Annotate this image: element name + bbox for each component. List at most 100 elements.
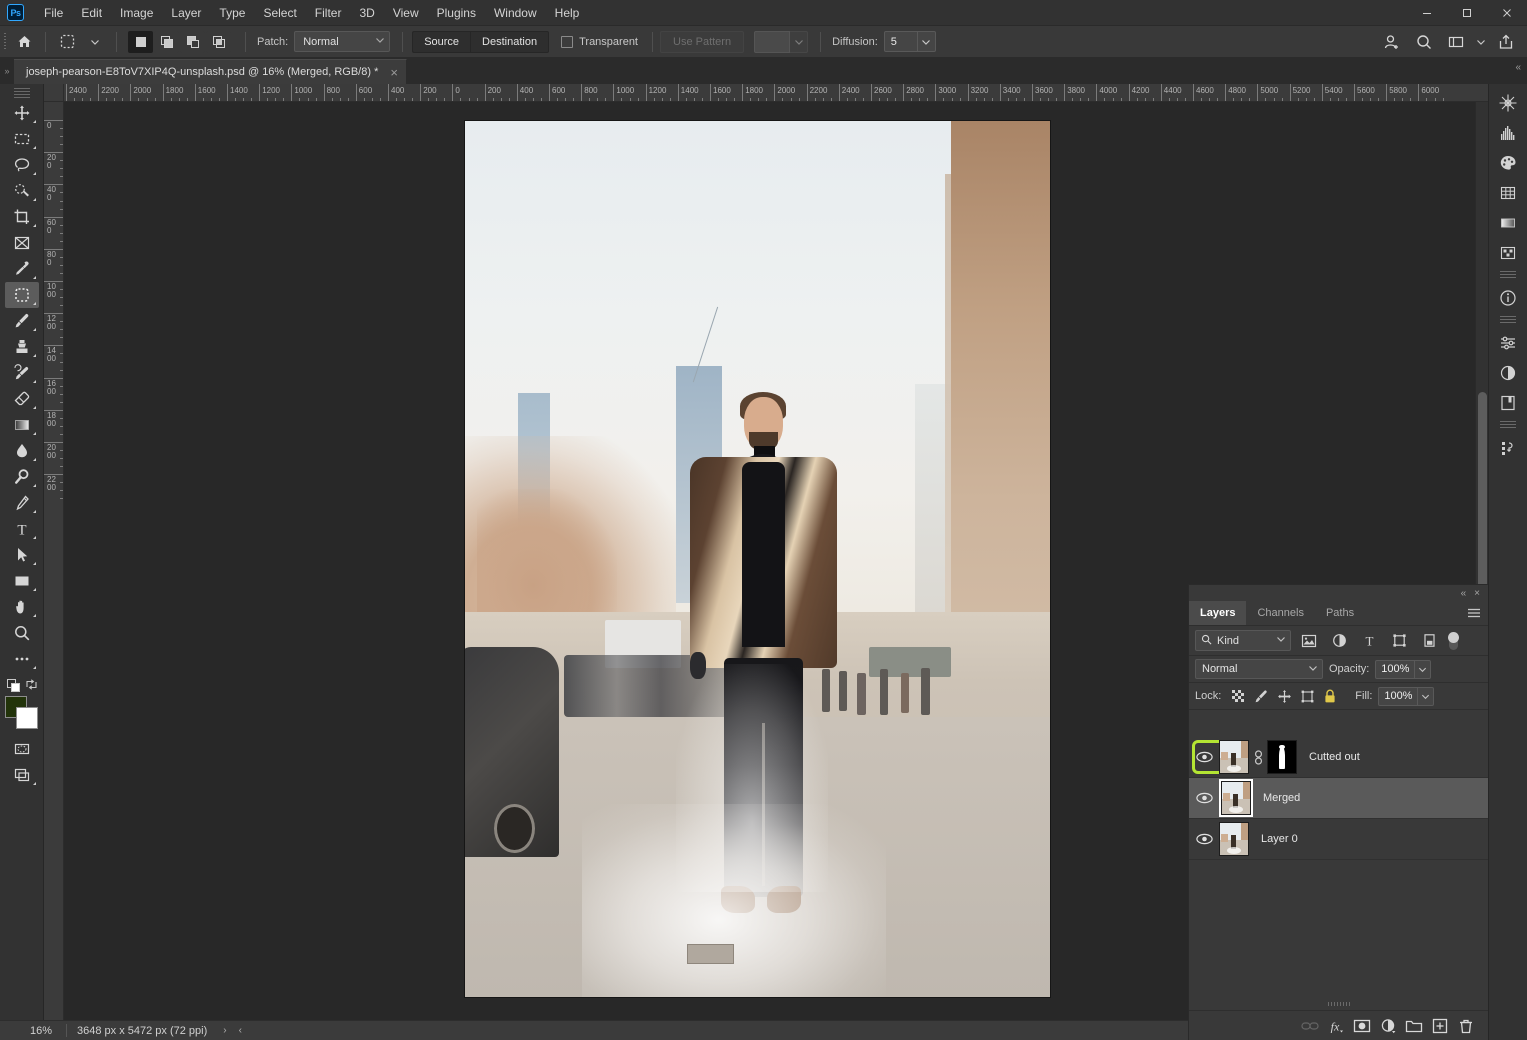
- menu-edit[interactable]: Edit: [72, 2, 111, 24]
- new-selection-button[interactable]: [128, 30, 153, 53]
- opacity-stepper[interactable]: 100%: [1375, 659, 1432, 679]
- layer-thumbnail[interactable]: [1219, 822, 1249, 856]
- filter-shape-icon[interactable]: [1387, 630, 1411, 652]
- layer-name[interactable]: Layer 0: [1261, 833, 1298, 845]
- minimize-button[interactable]: [1407, 0, 1447, 26]
- lock-transparent-pixels-icon[interactable]: [1228, 686, 1248, 706]
- table-row[interactable]: Layer 0: [1189, 819, 1488, 860]
- history-brush-tool[interactable]: [5, 360, 39, 386]
- lasso-tool[interactable]: [5, 152, 39, 178]
- menu-layer[interactable]: Layer: [162, 2, 210, 24]
- close-button[interactable]: [1487, 0, 1527, 26]
- maximize-button[interactable]: [1447, 0, 1487, 26]
- rectangle-tool[interactable]: [5, 568, 39, 594]
- hand-tool[interactable]: [5, 594, 39, 620]
- layer-thumbnail[interactable]: [1221, 781, 1251, 815]
- pattern-chevron-icon[interactable]: [790, 30, 809, 53]
- clone-stamp-tool[interactable]: [5, 334, 39, 360]
- status-back-icon[interactable]: ‹: [233, 1025, 248, 1036]
- transparent-checkbox-group[interactable]: Transparent: [561, 35, 638, 48]
- diffusion-stepper[interactable]: 5: [883, 31, 936, 52]
- blend-mode-select[interactable]: Normal: [1195, 659, 1323, 679]
- fill-chevron-icon[interactable]: [1418, 686, 1435, 706]
- filter-pixel-icon[interactable]: [1297, 630, 1321, 652]
- patch-destination-button[interactable]: Destination: [470, 30, 550, 53]
- pattern-picker[interactable]: [754, 30, 809, 53]
- menu-image[interactable]: Image: [111, 2, 162, 24]
- lock-artboard-nesting-icon[interactable]: [1297, 686, 1317, 706]
- diffusion-input[interactable]: 5: [883, 31, 918, 52]
- ruler-corner[interactable]: [44, 84, 64, 102]
- close-icon[interactable]: ×: [390, 66, 398, 79]
- tool-preset-chevron-icon[interactable]: [81, 30, 109, 54]
- layer-visibility-toggle[interactable]: [1189, 778, 1219, 819]
- zoom-tool[interactable]: [5, 620, 39, 646]
- tab-bar-collapse-icon[interactable]: «: [1515, 62, 1521, 73]
- tab-channels[interactable]: Channels: [1246, 601, 1315, 625]
- filter-adjustment-icon[interactable]: [1327, 630, 1351, 652]
- lock-all-icon[interactable]: [1320, 686, 1340, 706]
- menu-help[interactable]: Help: [546, 2, 589, 24]
- swatches-grid-icon[interactable]: [1492, 178, 1524, 208]
- gradient-tool[interactable]: [5, 412, 39, 438]
- blur-tool[interactable]: [5, 438, 39, 464]
- home-icon[interactable]: [10, 30, 38, 54]
- quick-mask-mode[interactable]: [5, 736, 39, 762]
- new-group-button[interactable]: [1402, 1014, 1426, 1038]
- patch-tool-icon[interactable]: [53, 30, 81, 54]
- crop-tool[interactable]: [5, 204, 39, 230]
- dock-group-grip[interactable]: [1500, 316, 1516, 325]
- tab-bar-grip[interactable]: »: [0, 58, 14, 84]
- background-color-swatch[interactable]: [15, 707, 38, 729]
- screen-mode[interactable]: [5, 762, 39, 788]
- eyedropper-tool[interactable]: [5, 256, 39, 282]
- patterns-icon[interactable]: [1492, 238, 1524, 268]
- close-panel-icon[interactable]: ×: [1474, 588, 1480, 599]
- patch-mode-select[interactable]: Normal: [294, 31, 391, 52]
- panel-resize-grip[interactable]: [1328, 1002, 1350, 1006]
- menu-select[interactable]: Select: [254, 2, 305, 24]
- adjustments-icon[interactable]: [1492, 328, 1524, 358]
- history-icon[interactable]: [1492, 433, 1524, 463]
- table-row[interactable]: Cutted out: [1189, 737, 1488, 778]
- rectangular-marquee-tool[interactable]: [5, 126, 39, 152]
- patch-tool[interactable]: [4, 282, 39, 308]
- tab-paths[interactable]: Paths: [1314, 601, 1366, 625]
- fill-stepper[interactable]: 100%: [1378, 686, 1435, 706]
- move-tool[interactable]: [5, 100, 39, 126]
- filter-enable-toggle[interactable]: [1447, 630, 1459, 652]
- histogram-icon[interactable]: [1492, 118, 1524, 148]
- chevron-down-icon[interactable]: [1473, 29, 1489, 55]
- libraries-icon[interactable]: [1492, 388, 1524, 418]
- layer-name[interactable]: Cutted out: [1309, 751, 1360, 763]
- menu-filter[interactable]: Filter: [306, 2, 351, 24]
- collapse-panel-icon[interactable]: «: [1461, 588, 1467, 599]
- horizontal-ruler[interactable]: 2400 2200 2000 1800 1600 1400 1200 1000 800 600 40…: [64, 84, 1488, 102]
- layer-name[interactable]: Merged: [1263, 792, 1300, 804]
- workspace-icon[interactable]: [1441, 29, 1471, 55]
- layers-list[interactable]: Cutted out Merged Layer 0: [1189, 737, 1488, 1010]
- search-icon[interactable]: [1409, 29, 1439, 55]
- document-canvas[interactable]: [465, 121, 1050, 997]
- panel-menu-icon[interactable]: [1466, 606, 1482, 623]
- filter-type-icon[interactable]: T: [1357, 630, 1381, 652]
- toolbar-grip[interactable]: [13, 88, 30, 98]
- eraser-tool[interactable]: [5, 386, 39, 412]
- filter-kind-select[interactable]: Kind: [1195, 630, 1291, 651]
- transparent-checkbox[interactable]: [561, 35, 574, 48]
- menu-3d[interactable]: 3D: [350, 2, 383, 24]
- new-layer-button[interactable]: [1428, 1014, 1452, 1038]
- vertical-ruler[interactable]: 0 200 400 600 800 1000 1200 1400 1600 1800 2000 220…: [44, 102, 64, 1020]
- quick-selection-tool[interactable]: [5, 178, 39, 204]
- default-colors-icon[interactable]: [6, 679, 20, 695]
- color-palette-icon[interactable]: [1492, 148, 1524, 178]
- subtract-from-selection-button[interactable]: [180, 30, 205, 53]
- options-bar-grip[interactable]: [0, 26, 10, 58]
- diffusion-chevron-icon[interactable]: [917, 31, 936, 52]
- tab-layers[interactable]: Layers: [1189, 601, 1247, 625]
- share-icon[interactable]: [1491, 29, 1521, 55]
- frame-tool[interactable]: [5, 230, 39, 256]
- dodge-tool[interactable]: [5, 464, 39, 490]
- delete-layer-button[interactable]: [1454, 1014, 1478, 1038]
- adjustment-layer-icon[interactable]: [1492, 358, 1524, 388]
